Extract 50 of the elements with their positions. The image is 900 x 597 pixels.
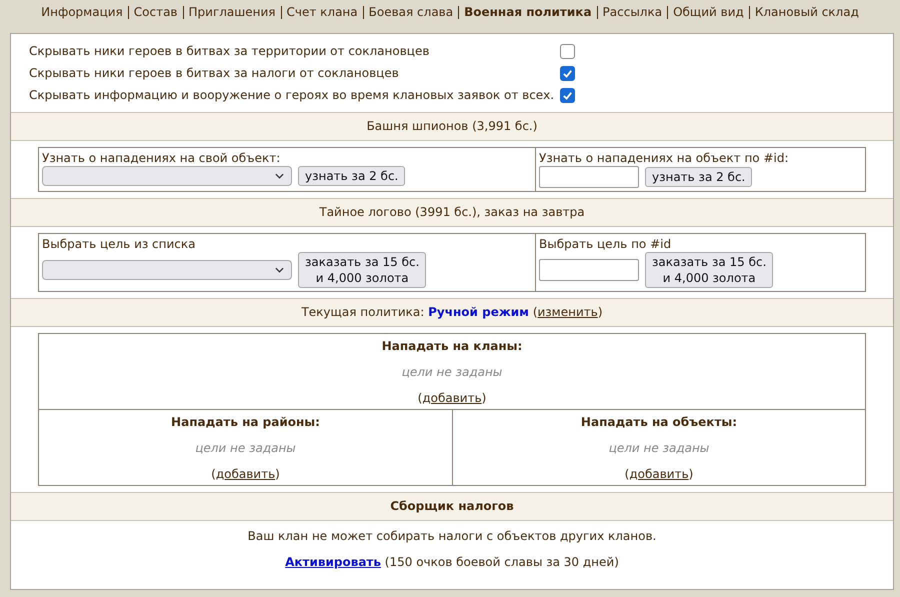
nav-tab[interactable]: Состав [134,5,178,19]
setting-label: Скрывать ники героев в битвах за территории от соклановцев [29,43,430,60]
nav-tab[interactable]: Военная политика [464,5,592,19]
setting-label: Скрывать ники героев в битвах за налоги от соклановцев [29,65,400,82]
chevron-icon [275,267,284,273]
empty-note: цели не заданы [608,441,710,455]
checkmark-icon [562,68,574,78]
target-dropdown[interactable] [42,260,292,280]
nav-tab[interactable]: Клановый склад [754,5,859,19]
empty-note: цели не заданы [402,365,502,379]
nav-tab[interactable]: Приглашения [188,5,276,19]
add-link[interactable]: добавить [422,391,482,405]
checkbox[interactable] [560,44,576,58]
add-link[interactable]: добавить [216,467,276,481]
nav-tab[interactable]: Рассылка [602,5,662,19]
change-link[interactable]: изменить [538,305,598,319]
field-label: Узнать о нападениях на объект по #id: [539,150,790,166]
chevron-icon [275,173,284,179]
id-input-field[interactable] [539,259,639,281]
setting-label: Скрывать информацию и вооружение о героях во время клановых заявок от всех. [29,87,554,104]
order-button[interactable]: заказать за 15 бс. и 4,000 золота [298,252,426,288]
order-button[interactable]: узнать за 2 бс. [645,167,752,187]
target-dropdown[interactable] [42,166,292,186]
checkbox[interactable] [560,88,576,102]
nav-tab[interactable]: Общий вид [673,5,744,19]
section-header: Башня шпионов (3,991 бс.) [11,112,893,141]
nav-tab[interactable]: Информация [41,5,123,19]
target-heading: Нападать на кланы: [382,339,522,353]
nav-tab[interactable]: Счет клана [286,5,358,19]
empty-note: цели не заданы [195,441,296,455]
target-heading: Нападать на объекты: [580,415,738,429]
checkmark-icon [562,90,574,100]
activate-link[interactable]: Активировать [285,555,381,569]
order-button[interactable]: заказать за 15 бс. и 4,000 золота [645,252,774,288]
field-label: Выбрать цель из списка [42,236,196,252]
field-label: Узнать о нападениях на свой объект: [42,150,282,166]
checkbox[interactable] [560,66,576,80]
add-text: (добавить) [211,467,280,481]
add-link[interactable]: добавить [629,467,689,481]
activate-text: Активировать (150 очков боевой славы за 30 дней) [285,555,619,569]
section-header: Сборщик налогов [11,492,893,521]
tax-note: Ваш клан не может собирать налоги с объектов других кланов. [248,529,656,543]
section-header: Тайное логово (3991 бс.), заказ на завтра [11,198,893,227]
add-text: (добавить) [624,467,694,481]
order-button[interactable]: узнать за 2 бс. [298,166,406,186]
nav-tab[interactable]: Боевая слава [368,5,454,19]
add-text: (добавить) [418,391,486,405]
field-label: Выбрать цель по #id [539,236,672,252]
id-input-field[interactable] [539,166,639,188]
target-heading: Нападать на районы: [171,415,320,429]
